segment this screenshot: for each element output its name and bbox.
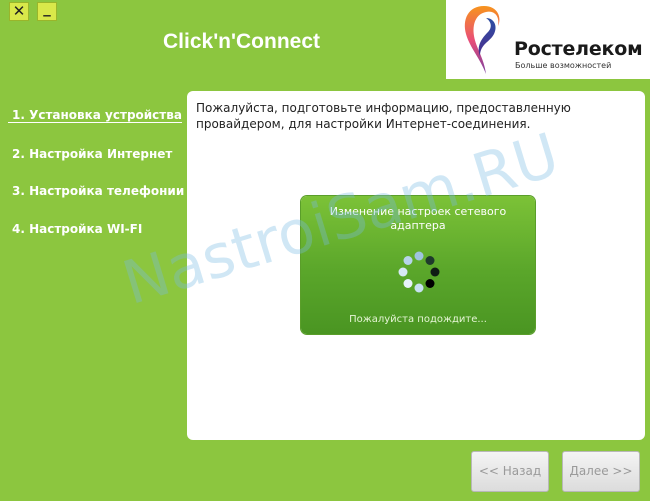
rostelecom-logo: Ростелеком Больше возможностей bbox=[446, 0, 650, 79]
progress-dialog: Изменение настроек сетевого адаптера Пож… bbox=[301, 196, 535, 334]
logo-slogan: Больше возможностей bbox=[515, 61, 612, 70]
rostelecom-logo-icon bbox=[464, 6, 500, 74]
back-button[interactable]: << Назад bbox=[471, 451, 549, 492]
next-button[interactable]: Далее >> bbox=[562, 451, 640, 492]
info-text: Пожалуйста, подготовьте информацию, пред… bbox=[196, 101, 571, 131]
active-step-underline bbox=[8, 122, 182, 123]
step-install-device[interactable]: 1. Установка устройства bbox=[12, 108, 182, 122]
loading-spinner-icon bbox=[398, 251, 440, 293]
step-telephony-setup[interactable]: 3. Настройка телефонии bbox=[12, 184, 184, 198]
main-panel: Пожалуйста, подготовьте информацию, пред… bbox=[187, 91, 645, 440]
minimize-button[interactable]: _ bbox=[37, 1, 57, 21]
step-internet-setup[interactable]: 2. Настройка Интернет bbox=[12, 147, 172, 161]
dialog-title: Изменение настроек сетевого адаптера bbox=[329, 205, 507, 232]
close-button[interactable]: ✕ bbox=[9, 2, 29, 21]
app-title: Click'n'Connect bbox=[163, 30, 321, 53]
step-wifi-setup[interactable]: 4. Настройка WI-FI bbox=[12, 222, 142, 236]
dialog-status: Пожалуйста подождите... bbox=[349, 314, 487, 325]
logo-name: Ростелеком bbox=[514, 38, 643, 60]
